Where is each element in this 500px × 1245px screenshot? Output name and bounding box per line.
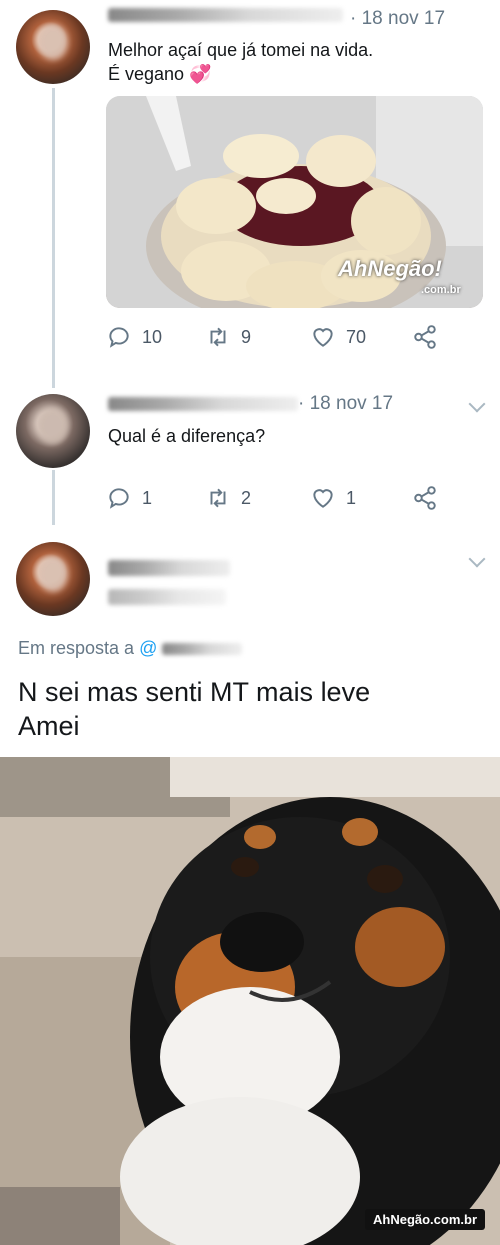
retweet-button[interactable]: 2: [205, 485, 251, 511]
author-name[interactable]: [108, 8, 343, 22]
share-icon: [414, 486, 436, 510]
tweet-text-line: Amei: [18, 711, 80, 741]
retweet-count: 2: [241, 487, 252, 508]
footer-watermark: AhNegão.com.br: [365, 1209, 486, 1230]
tweet-text-line: Melhor açaí que já tomei na vida.: [108, 40, 374, 60]
reply-button[interactable]: 1: [106, 485, 152, 511]
dog-photo: AhNegão.com.br: [0, 757, 500, 1245]
like-button[interactable]: 70: [310, 324, 366, 350]
reply-to-label: Em resposta a: [18, 638, 135, 658]
retweet-button[interactable]: 9: [205, 324, 251, 350]
tweet-text-line: N sei mas senti MT mais leve: [18, 677, 371, 707]
reply-count: 10: [142, 326, 163, 347]
share-button[interactable]: [412, 485, 438, 511]
thread-line: [52, 88, 55, 388]
reply-to-handle[interactable]: @: [139, 638, 157, 658]
caret-down-icon[interactable]: [468, 550, 486, 568]
reply-icon: [109, 327, 129, 348]
focused-tweet: Em resposta a @ N sei mas senti MT mais …: [0, 525, 500, 757]
tweet-text-line: É vegano 💞: [108, 64, 212, 84]
reply-to-handle-blur: [162, 643, 243, 656]
avatar[interactable]: [16, 10, 90, 84]
like-count: 1: [346, 487, 357, 508]
image-watermark-sub: .com.br: [421, 284, 461, 296]
tweet-date[interactable]: · 18 nov 17: [298, 393, 393, 415]
share-button[interactable]: [412, 324, 438, 350]
author-name[interactable]: [108, 397, 298, 411]
reply-count: 1: [142, 487, 153, 508]
caret-down-icon[interactable]: [468, 395, 486, 413]
avatar[interactable]: [16, 394, 90, 468]
like-button[interactable]: 1: [310, 485, 356, 511]
reply-button[interactable]: 10: [106, 324, 162, 350]
author-handle[interactable]: [108, 589, 226, 605]
like-icon: [313, 489, 333, 508]
reply-context: Em resposta a @: [18, 638, 243, 659]
author-name[interactable]: [108, 560, 230, 576]
like-icon: [313, 328, 333, 347]
retweet-count: 9: [241, 326, 252, 347]
avatar[interactable]: [16, 542, 90, 616]
image-watermark: AhNegão!: [338, 256, 442, 281]
dog-illustration: [0, 757, 500, 1245]
tweet-text: Qual é a diferença?: [108, 426, 266, 446]
share-icon: [414, 325, 436, 349]
retweet-icon: [210, 327, 226, 347]
reply-icon: [109, 488, 129, 509]
tweet-date[interactable]: · 18 nov 17: [350, 8, 445, 30]
retweet-icon: [210, 488, 226, 508]
like-count: 70: [346, 326, 367, 347]
tweet-date-text: 18 nov 17: [309, 393, 394, 414]
tweet-media-image[interactable]: AhNegão! .com.br: [106, 96, 483, 308]
